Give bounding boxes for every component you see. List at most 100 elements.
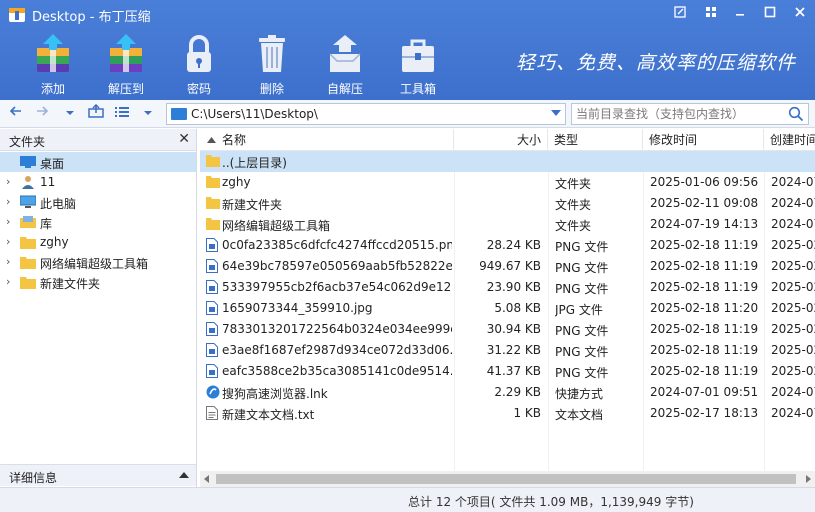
tree-item-toolbox-folder[interactable]: › 网络编辑超级工具箱 [0,252,196,272]
file-type: PNG 文件 [555,345,609,359]
file-row[interactable]: 新建文本文档.txt 1 KB 文本文档 2025-02-17 18:13 2024-0… [200,403,815,424]
scroll-right-icon[interactable] [806,475,811,483]
up-folder-icon[interactable] [86,103,106,124]
forward-arrow-icon[interactable] [32,104,52,124]
expand-arrow-icon[interactable]: › [6,215,10,228]
tree-item-zghy[interactable]: › zghy [0,232,196,252]
delete-button[interactable]: 删除 [237,32,307,98]
address-bar: C:\Users\11\Desktop\ [0,100,815,128]
close-panel-icon[interactable]: ✕ [178,131,190,147]
toolbox-icon [402,39,434,72]
file-type: 快捷方式 [555,387,604,401]
back-arrow-icon[interactable] [6,104,26,124]
tree-item-library[interactable]: › 库 [0,212,196,232]
expand-arrow-icon[interactable]: › [6,275,10,288]
folder-icon [206,175,220,191]
maximize-button[interactable] [760,5,780,25]
password-button[interactable]: 密码 [164,32,234,98]
file-row[interactable]: e3ae8f1687ef2987d934ce072d33d06... 31.22 … [200,340,815,361]
expand-arrow-icon[interactable]: › [6,175,10,188]
column-header-size[interactable]: 大小 [454,129,548,151]
file-size: 949.67 KB [479,259,541,273]
file-modified: 2025-02-17 18:13 [650,406,759,420]
tree-item-new-folder[interactable]: › 新建文件夹 [0,272,196,292]
scroll-left-icon[interactable] [204,475,209,483]
file-name: e3ae8f1687ef2987d934ce072d33d06... [222,343,452,357]
search-input[interactable] [576,106,786,122]
top-banner: Desktop - 布丁压缩 添加 解压到 密码 删除 自解压 工具箱 轻巧、免… [0,0,815,100]
tree-item-desktop[interactable]: 桌面 [0,152,196,172]
file-list-header: 名称 大小 类型 修改时间 创建时间 [200,129,815,151]
tree-item-label: 新建文件夹 [40,277,101,291]
status-text: 总计 12 个项目( 文件共 1.09 MB，1,139,949 字节) [408,495,694,509]
file-row[interactable]: ..(上层目录) [200,151,815,172]
self-extract-button[interactable]: 自解压 [310,32,380,98]
file-row[interactable]: 新建文件夹 文件夹 2025-02-11 09:08 2024-07 [200,193,815,214]
image-file-icon [206,364,218,381]
grid-menu-icon[interactable] [701,5,721,25]
edit-icon[interactable] [670,5,690,25]
column-header-created[interactable]: 创建时间 [764,129,815,151]
file-size: 23.90 KB [486,280,541,294]
view-dropdown-icon[interactable] [138,104,158,124]
details-toggle[interactable]: 详细信息 [0,464,196,486]
horizontal-scrollbar[interactable] [200,471,815,487]
file-row[interactable]: 533397955cb2f6acb37e54c062d9e12... 23.90 … [200,277,815,298]
file-row[interactable]: 搜狗高速浏览器.lnk 2.29 KB 快捷方式 2024-07-01 09:51 20… [200,382,815,403]
file-type: JPG 文件 [555,303,603,317]
collapse-up-icon[interactable] [179,472,189,478]
file-created: 2024-07 [771,406,815,420]
scrollbar-thumb[interactable] [216,474,796,484]
file-size: 1 KB [513,406,541,420]
file-row[interactable]: eafc3588ce2b35ca3085141c0de9514... 41.37 … [200,361,815,382]
details-label: 详细信息 [9,471,58,485]
tree-item-this-pc[interactable]: › 此电脑 [0,192,196,212]
add-label: 添加 [40,82,65,96]
minimize-button[interactable] [730,5,750,25]
path-input[interactable]: C:\Users\11\Desktop\ [166,103,566,125]
extract-to-button[interactable]: 解压到 [91,32,161,98]
close-button[interactable] [790,5,810,25]
search-box [571,103,809,125]
file-modified: 2025-02-11 09:08 [650,196,759,210]
column-header-modified[interactable]: 修改时间 [643,129,764,151]
file-type: 文件夹 [555,198,592,212]
file-row[interactable]: 64e39bc78597e050569aab5fb52822e... 949.67… [200,256,815,277]
file-modified: 2025-01-06 09:56 [650,175,759,189]
tree-item-user[interactable]: › 11 [0,172,196,192]
image-file-icon [206,259,218,276]
image-file-icon [206,343,218,360]
toolbox-button[interactable]: 工具箱 [383,32,453,98]
expand-arrow-icon[interactable]: › [6,195,10,208]
search-icon[interactable] [788,106,804,122]
extract-to-label: 解压到 [107,82,144,96]
file-name: eafc3588ce2b35ca3085141c0de9514... [222,364,452,378]
file-row[interactable]: 0c0fa23385c6dfcfc4274ffccd20515.png 28.24… [200,235,815,256]
file-created: 2025-02 [771,343,815,357]
file-created: 2024-07 [771,196,815,210]
slogan-text: 轻巧、免费、高效率的压缩软件 [516,52,797,74]
file-created: 2025-02 [771,364,815,378]
expand-arrow-icon[interactable]: › [6,235,10,248]
window-title: Desktop - 布丁压缩 [32,10,151,25]
status-bar: 总计 12 个项目( 文件共 1.09 MB，1,139,949 字节) [0,487,815,512]
file-type: PNG 文件 [555,261,609,275]
file-row[interactable]: 1659073344_359910.jpg 5.08 KB JPG 文件 2025-0… [200,298,815,319]
browser-shortcut-icon [206,385,220,402]
path-dropdown-icon[interactable] [551,110,561,116]
file-size: 31.22 KB [486,343,541,357]
file-name: 搜狗高速浏览器.lnk [222,387,328,401]
file-row[interactable]: zghy 文件夹 2025-01-06 09:56 2024-07 [200,172,815,193]
history-dropdown-icon[interactable] [60,104,80,124]
file-row[interactable]: 7833013201722564b0324e034ee999c... 30.94 … [200,319,815,340]
file-name: 网络编辑超级工具箱 [222,219,331,233]
view-list-icon[interactable] [112,104,132,124]
column-header-type[interactable]: 类型 [548,129,643,151]
expand-arrow-icon[interactable]: › [6,255,10,268]
file-size: 2.29 KB [494,385,541,399]
file-row[interactable]: 网络编辑超级工具箱 文件夹 2024-07-19 14:13 2024-07 [200,214,815,235]
add-button[interactable]: 添加 [18,32,88,98]
trash-icon [259,35,285,72]
column-header-name[interactable]: 名称 [200,129,454,151]
image-file-icon [206,301,218,318]
